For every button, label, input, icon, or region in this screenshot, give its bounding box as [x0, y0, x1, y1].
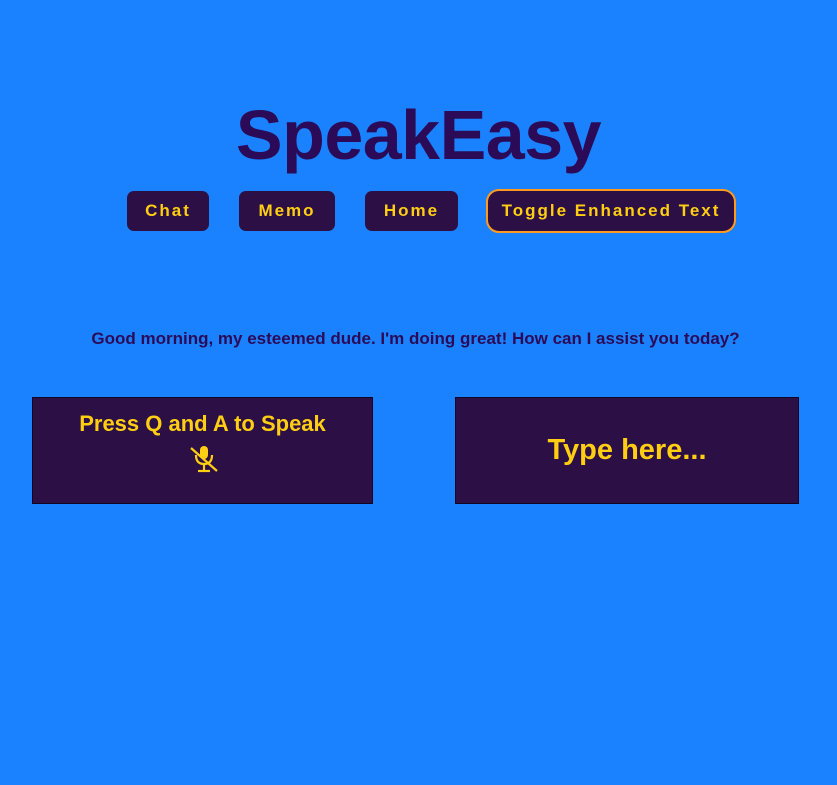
chat-button[interactable]: Chat [127, 191, 209, 231]
type-panel [455, 397, 799, 504]
app-title: SpeakEasy [235, 95, 602, 174]
toggle-enhanced-text-button[interactable]: Toggle Enhanced Text [486, 189, 736, 233]
memo-button[interactable]: Memo [239, 191, 335, 231]
home-button[interactable]: Home [365, 191, 458, 231]
speak-panel[interactable]: Press Q and A to Speak [32, 397, 373, 504]
microphone-muted-icon[interactable] [188, 445, 220, 473]
message-input[interactable] [456, 398, 798, 503]
speak-instruction: Press Q and A to Speak [79, 411, 326, 436]
assistant-message: Good morning, my esteemed dude. I'm doin… [91, 329, 740, 348]
